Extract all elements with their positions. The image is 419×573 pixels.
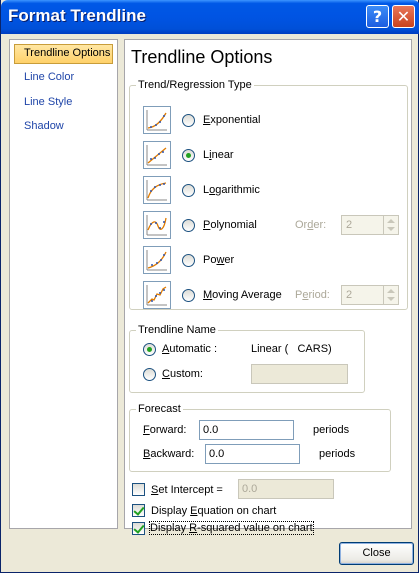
order-label: Order: (295, 219, 327, 231)
trendline-name-legend: Trendline Name (136, 324, 218, 336)
period-label: Period: (295, 289, 330, 301)
exponential-label-rest: xponential (210, 114, 261, 126)
format-trendline-dialog: Format Trendline ? ✕ Trendline Options L… (0, 0, 419, 573)
forward-input[interactable]: 0.0 (199, 420, 294, 440)
set-intercept-input[interactable]: 0.0 (238, 479, 334, 499)
sidebar-item-line-color[interactable]: Line Color (14, 68, 113, 88)
forward-unit: periods (313, 424, 350, 436)
display-rsquared-checkbox[interactable] (132, 522, 145, 535)
polynomial-radio[interactable] (182, 219, 195, 232)
close-window-button[interactable]: ✕ (392, 5, 415, 28)
sidebar-item-line-style[interactable]: Line Style (14, 93, 113, 113)
type-row-moving-average: Moving Average Period: 2 (143, 281, 403, 311)
sidebar-item-shadow[interactable]: Shadow (14, 117, 113, 137)
set-intercept-checkbox[interactable] (132, 483, 145, 496)
title-bar[interactable]: Format Trendline ? ✕ (1, 0, 419, 34)
forecast-group: Forecast Forward: 0.0 periods Backward: … (129, 403, 391, 472)
polynomial-chart-icon (143, 211, 171, 239)
custom-name-input[interactable] (251, 364, 348, 384)
automatic-label: Automatic : (162, 343, 218, 355)
custom-label: Custom: (162, 368, 203, 380)
sidebar-item-trendline-options[interactable]: Trendline Options (14, 44, 113, 64)
logarithmic-radio[interactable] (182, 184, 195, 197)
spin-up-icon (387, 219, 395, 223)
moving-average-radio[interactable] (182, 289, 195, 302)
close-button[interactable]: Close (339, 542, 414, 565)
regression-type-legend: Trend/Regression Type (136, 79, 254, 91)
custom-radio[interactable] (143, 368, 156, 381)
set-intercept-label: Set Intercept = (151, 484, 223, 496)
help-button[interactable]: ? (366, 5, 389, 28)
moving-average-chart-icon (143, 281, 171, 309)
panel-title: Trendline Options (131, 47, 273, 67)
display-equation-checkbox[interactable] (132, 504, 145, 517)
backward-unit: periods (319, 448, 356, 460)
automatic-radio[interactable] (143, 343, 156, 356)
spin-down-icon (387, 227, 395, 231)
backward-input[interactable]: 0.0 (205, 444, 300, 464)
power-label: Power (203, 254, 235, 266)
options-panel: Trendline Options Trend/Regression Type (124, 39, 412, 535)
linear-label: Linear (203, 149, 234, 161)
display-rsquared-label: Display R-squared value on chart (149, 521, 314, 535)
period-spin-buttons[interactable] (383, 286, 398, 304)
category-sidebar: Trendline Options Line Color Line Style … (9, 39, 118, 529)
type-row-logarithmic: Logarithmic (143, 176, 403, 206)
moving-average-label: Moving Average (203, 289, 282, 301)
period-spinner[interactable]: 2 (341, 285, 399, 305)
display-equation-label: Display Equation on chart (151, 505, 277, 517)
forward-label: Forward: (143, 424, 187, 436)
spin-down-icon (387, 297, 395, 301)
linear-radio[interactable] (182, 149, 195, 162)
trendline-name-group: Trendline Name Automatic : Linear ( CARS… (129, 324, 365, 393)
dialog-title: Format Trendline (8, 6, 146, 25)
power-chart-icon (143, 246, 171, 274)
period-value: 2 (346, 289, 353, 301)
linear-chart-icon (143, 141, 171, 169)
exponential-label: Exponential (203, 114, 261, 126)
order-spinner[interactable]: 2 (341, 215, 399, 235)
backward-label: Backward: (143, 448, 195, 460)
polynomial-label: Polynomial (203, 219, 257, 231)
order-spin-buttons[interactable] (383, 216, 398, 234)
dialog-body: Trendline Options Line Color Line Style … (5, 34, 416, 569)
logarithmic-label: Logarithmic (203, 184, 260, 196)
type-row-power: Power (143, 246, 403, 276)
regression-type-group: Trend/Regression Type Exponential Linear… (129, 79, 408, 311)
order-value: 2 (346, 219, 353, 231)
type-row-exponential: Exponential (143, 106, 403, 136)
type-row-polynomial: Polynomial Order: 2 (143, 211, 403, 241)
exponential-chart-icon (143, 106, 171, 134)
exponential-radio[interactable] (182, 114, 195, 127)
logarithmic-chart-icon (143, 176, 171, 204)
automatic-name-value: Linear ( CARS) (251, 343, 332, 355)
power-radio[interactable] (182, 254, 195, 267)
forecast-legend: Forecast (136, 403, 183, 415)
type-row-linear: Linear (143, 141, 403, 171)
spin-up-icon (387, 289, 395, 293)
